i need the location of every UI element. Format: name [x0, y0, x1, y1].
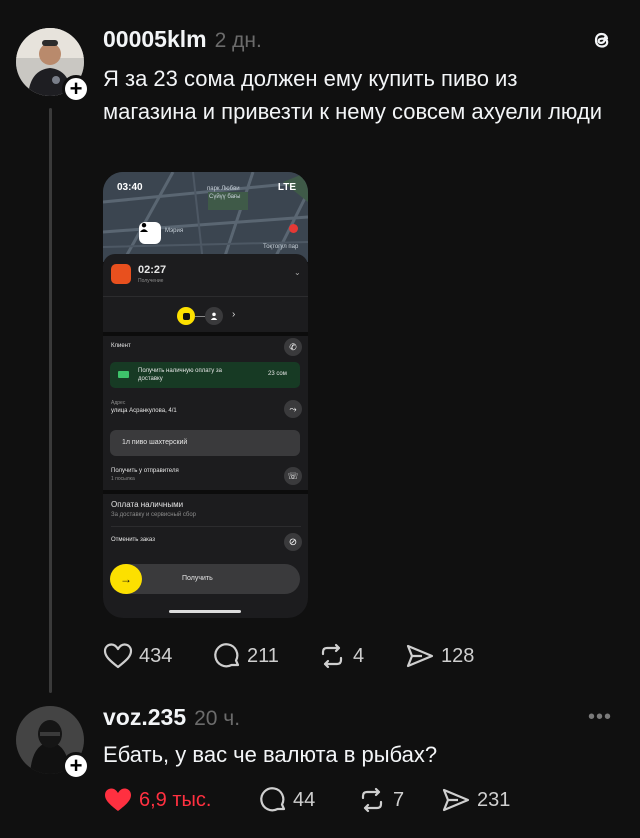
order-sheet: 02:27 Получение ⌄ › Клиент ✆ Получить на…: [103, 254, 308, 618]
cash-amount: 23 сом: [268, 371, 287, 377]
timer-sub: Получение: [138, 278, 164, 284]
repost-icon: [321, 643, 343, 669]
item-field: 1л пиво шахтерский: [110, 430, 300, 456]
store-logo-icon: [111, 264, 131, 284]
reply-repost-button[interactable]: 7: [357, 786, 441, 814]
client-label: Клиент: [111, 343, 131, 349]
post-time: 2 дн.: [214, 29, 262, 52]
cancel-order-label[interactable]: Отменить заказ: [111, 537, 155, 543]
map-label: Сүйүү бағы: [209, 194, 241, 200]
receive-button-label: Получить: [182, 575, 213, 582]
receive-button[interactable]: → Получить: [110, 564, 300, 594]
post-username[interactable]: 00005klm: [103, 26, 207, 53]
repost-icon: [361, 787, 383, 813]
call-icon[interactable]: ✆: [284, 338, 302, 356]
step-person-icon: [205, 307, 223, 325]
map-label: парк Любви: [207, 186, 240, 192]
reply-reply-button[interactable]: 44: [259, 786, 357, 814]
send-icon: [442, 788, 470, 812]
comment-icon: [214, 643, 240, 668]
heart-icon: [103, 643, 133, 669]
post-header: 00005klm 2 дн.: [103, 26, 262, 53]
reply-button[interactable]: 211: [213, 642, 317, 670]
reply-time: 20 ч.: [194, 707, 241, 730]
cash-icon: [118, 371, 129, 378]
map-label: Тоқтогул пар: [263, 244, 299, 250]
arrow-right-icon: →: [110, 564, 142, 594]
status-time: 03:40: [117, 182, 143, 193]
cash-notice: Получить наличную оплату за доставку 23 …: [110, 362, 300, 388]
sender-call-icon[interactable]: ☏: [284, 467, 302, 485]
cash-notice-text: Получить наличную оплату за доставку: [138, 368, 223, 382]
reply-actions: 6,9 тыс. 44 7 231: [103, 786, 510, 814]
reply-share-button[interactable]: 231: [441, 786, 510, 814]
cancel-icon[interactable]: ⊘: [284, 533, 302, 551]
reply-reply-count: 44: [293, 788, 316, 811]
reply-like-button[interactable]: 6,9 тыс.: [103, 786, 259, 814]
pickup-label: Получить у отправителя: [111, 468, 179, 474]
payment-sub: За доставку и сервисный сбор: [111, 512, 197, 518]
address-label: Адрес: [111, 400, 126, 406]
item-name: 1л пиво шахтерский: [122, 439, 188, 446]
map-view: 03:40 LTE парк Любви Сүйүү бағы Тоқтогул…: [103, 172, 308, 262]
route-icon[interactable]: ⤳: [284, 400, 302, 418]
threads-logo-icon[interactable]: [588, 26, 616, 54]
reply-username[interactable]: voz.235: [103, 704, 186, 731]
pickup-sub: 1 посылка: [111, 476, 135, 482]
more-options-icon[interactable]: •••: [588, 706, 612, 729]
step-package-icon: [177, 307, 195, 325]
heart-filled-icon: [105, 788, 131, 811]
user-pin-icon: [139, 222, 161, 244]
thread-line: [49, 108, 52, 693]
address-value: улица Асранкулова, 4/1: [111, 408, 177, 414]
share-button[interactable]: 128: [405, 642, 474, 670]
like-count: 434: [139, 644, 173, 667]
follow-plus-button[interactable]: +: [62, 75, 90, 103]
reply-follow-plus-button[interactable]: +: [62, 752, 90, 780]
chevron-down-icon[interactable]: ⌄: [294, 268, 301, 277]
share-count: 128: [441, 644, 475, 667]
send-icon: [406, 644, 434, 668]
payment-title: Оплата наличными: [111, 500, 184, 509]
repost-button[interactable]: 4: [317, 642, 405, 670]
reply-text: Ебать, у вас че валюта в рыбах?: [103, 742, 438, 767]
timer: 02:27: [138, 264, 167, 276]
reply-repost-count: 7: [393, 788, 405, 811]
map-label: Мэрия: [165, 228, 184, 234]
post-text: Я за 23 сома должен ему купить пиво из м…: [103, 66, 603, 124]
marker-icon: [289, 224, 298, 233]
comment-icon: [260, 787, 286, 812]
like-button[interactable]: 434: [103, 642, 213, 670]
reply-like-count: 6,9 тыс.: [139, 788, 212, 811]
reply-share-count: 231: [477, 788, 511, 811]
chevron-right-icon[interactable]: ›: [232, 309, 235, 320]
repost-count: 4: [353, 644, 365, 667]
post-image[interactable]: 03:40 LTE парк Любви Сүйүү бағы Тоқтогул…: [103, 172, 308, 618]
status-network: LTE: [277, 182, 296, 193]
post-actions: 434 211 4 128: [103, 642, 474, 670]
reply-count: 211: [247, 644, 279, 667]
reply-header: voz.235 20 ч.: [103, 704, 240, 731]
home-indicator: [169, 610, 241, 613]
